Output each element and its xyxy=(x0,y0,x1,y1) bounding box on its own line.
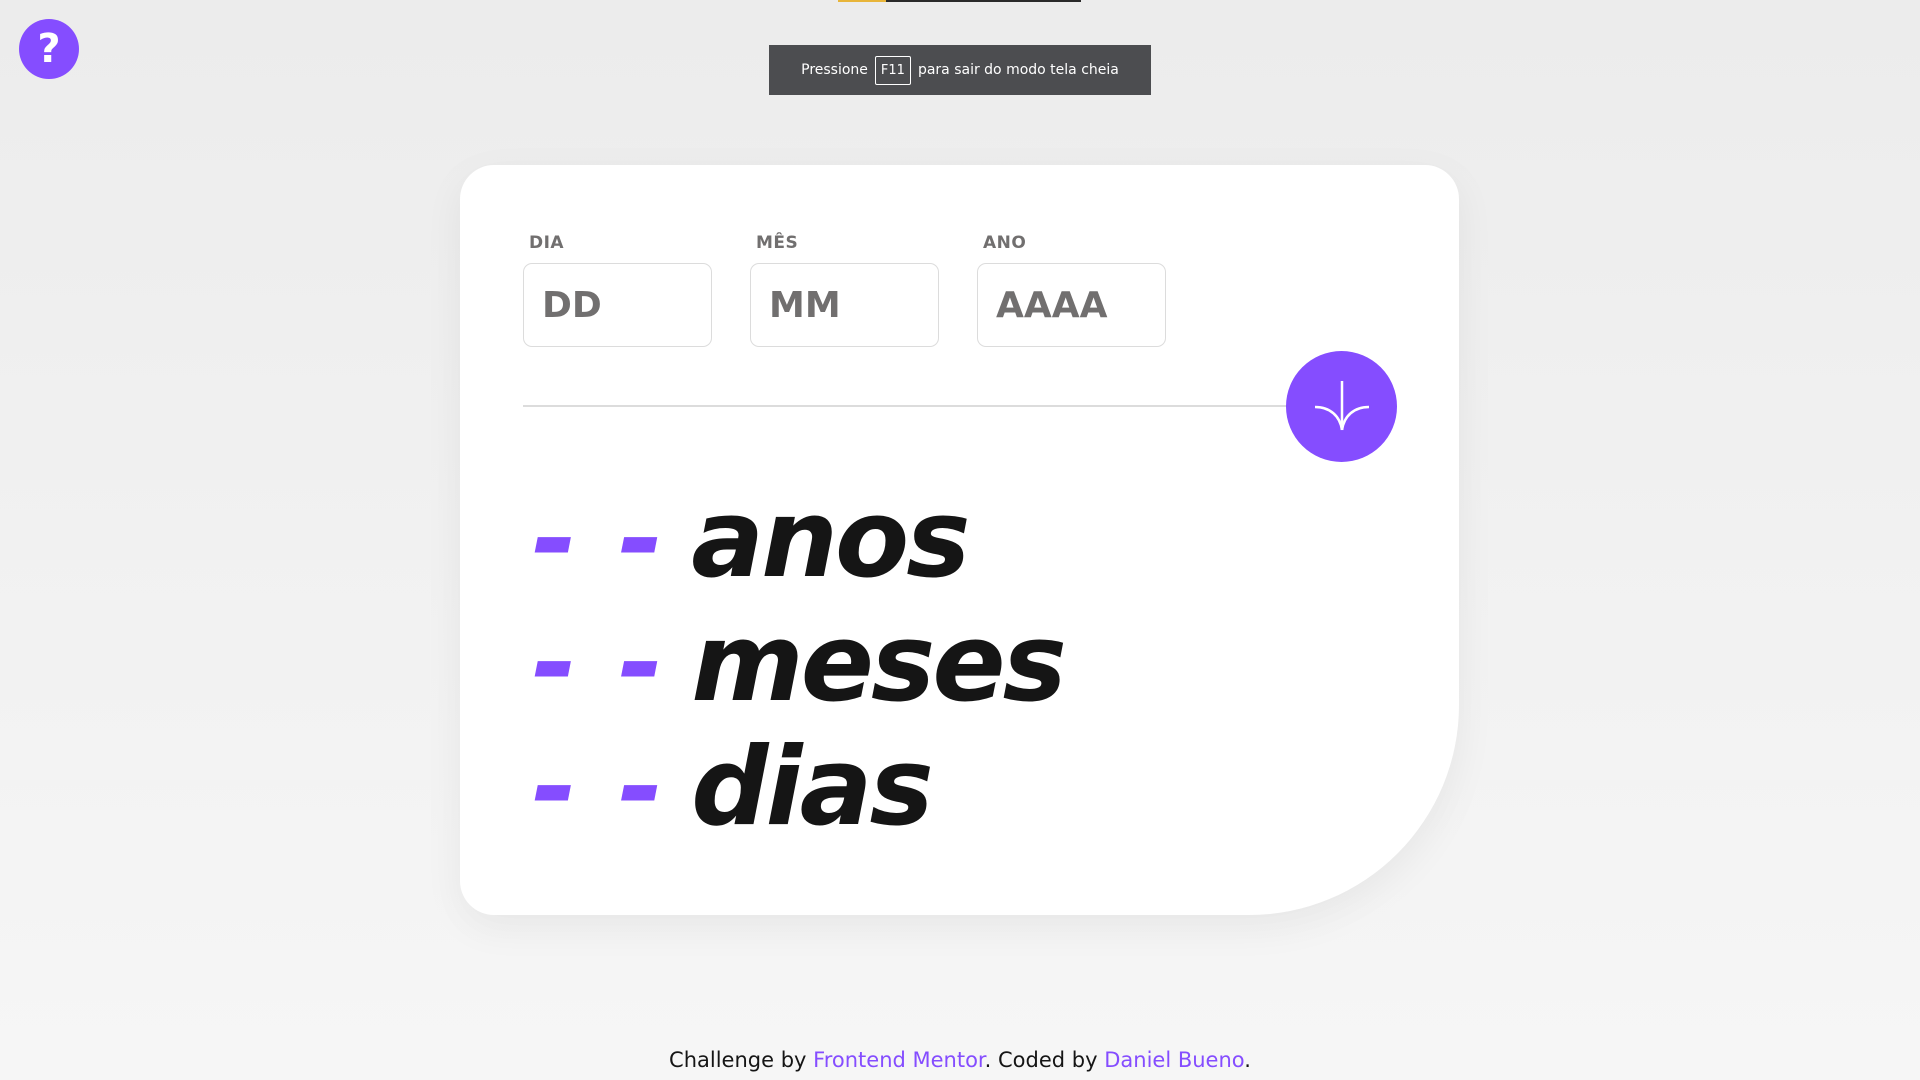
submit-button[interactable] xyxy=(1286,351,1397,462)
footer-attribution: Challenge by Frontend Mentor. Coded by D… xyxy=(0,1048,1920,1072)
months-unit: meses xyxy=(691,601,1067,726)
years-result: - - anos xyxy=(532,478,1064,602)
year-field: ANO xyxy=(977,233,1166,347)
year-input[interactable] xyxy=(977,263,1166,347)
footer-suffix: . xyxy=(1244,1048,1251,1072)
fullscreen-notice: Pressione F11 para sair do modo tela che… xyxy=(769,45,1151,95)
days-value: - - xyxy=(532,725,666,850)
top-progress-accent xyxy=(838,0,886,2)
top-progress-bar xyxy=(838,0,1081,2)
fullscreen-notice-prefix: Pressione xyxy=(801,62,868,78)
months-value: - - xyxy=(532,601,666,726)
day-field: DIA xyxy=(523,233,712,347)
author-link[interactable]: Daniel Bueno xyxy=(1104,1048,1244,1072)
days-unit: dias xyxy=(691,725,933,850)
fullscreen-key-badge: F11 xyxy=(874,55,911,85)
fullscreen-notice-suffix: para sair do modo tela cheia xyxy=(917,62,1119,78)
day-label: DIA xyxy=(529,233,565,253)
age-calculator-card: DIA MÊS ANO - - anos - - meses - - dias xyxy=(460,165,1459,915)
month-field: MÊS xyxy=(750,233,939,347)
days-result: - - dias xyxy=(532,726,1064,850)
year-label: ANO xyxy=(983,233,1027,253)
results-section: - - anos - - meses - - dias xyxy=(532,478,1067,850)
frontend-mentor-link[interactable]: Frontend Mentor xyxy=(813,1048,985,1072)
arrow-down-icon xyxy=(1314,380,1369,430)
footer-prefix: Challenge by xyxy=(669,1048,814,1072)
question-icon: ? xyxy=(37,26,61,72)
years-value: - - xyxy=(532,477,666,602)
day-input[interactable] xyxy=(523,263,712,347)
divider-line xyxy=(523,405,1348,407)
months-result: - - meses xyxy=(532,601,1067,726)
footer-middle: . Coded by xyxy=(984,1048,1105,1072)
help-button[interactable]: ? xyxy=(19,19,79,79)
month-label: MÊS xyxy=(756,233,799,253)
month-input[interactable] xyxy=(750,263,939,347)
years-unit: anos xyxy=(691,477,970,602)
